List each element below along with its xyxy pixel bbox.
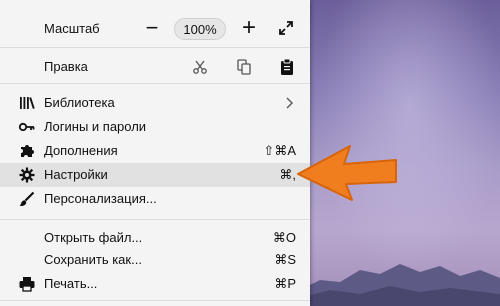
zoom-label: Масштаб [44,21,100,36]
menu-item-open-file[interactable]: Открыть файл... ⌘O [0,226,310,250]
menu-item-customize[interactable]: Персонализация... [0,187,310,211]
menu-item-label: Сохранить как... [44,252,142,267]
cut-button[interactable] [192,59,208,75]
menu-item-settings[interactable]: Настройки ⌘, [0,163,310,187]
menu-item-save-as[interactable]: Сохранить как... ⌘S [0,248,310,272]
menu-item-label: Дополнения [44,143,118,158]
separator [0,83,310,84]
gear-icon [18,166,36,184]
menu-item-logins[interactable]: Логины и пароли [0,115,310,139]
menu-item-library[interactable]: Библиотека [0,91,310,115]
chevron-right-icon [284,96,294,110]
brush-icon [18,190,36,208]
zoom-reset-button[interactable]: 100% [174,18,226,40]
menu-item-label: Логины и пароли [44,119,147,134]
library-icon [18,94,36,112]
menu-item-label: Настройки [44,167,108,182]
puzzle-icon [18,142,36,160]
edit-row: Правка [0,55,310,79]
menu-item-print[interactable]: Печать... ⌘P [0,272,310,296]
menu-item-label: Печать... [44,276,98,291]
shortcut-text: ⌘P [274,276,296,291]
mountains-background [300,264,500,306]
menu-item-addons[interactable]: Дополнения ⇧⌘A [0,139,310,163]
edit-label: Правка [44,59,88,74]
zoom-out-button[interactable]: − [143,17,161,40]
app-menu-panel: Масштаб − 100% + Правка Библиотека Логин… [0,0,310,306]
key-icon [18,118,36,136]
printer-icon [18,275,36,293]
paste-button[interactable] [279,58,295,76]
pointer-arrow-annotation [297,145,397,201]
scissors-icon [192,60,208,78]
shortcut-text: ⌘O [272,230,296,245]
clipboard-icon [279,58,295,79]
copy-icon [236,59,252,79]
fullscreen-icon [278,21,294,39]
shortcut-text: ⌘S [274,252,296,267]
zoom-in-button[interactable]: + [239,16,259,40]
separator [0,219,310,220]
separator [0,47,310,48]
separator [0,300,310,301]
menu-item-label: Открыть файл... [44,230,143,245]
menu-item-label: Персонализация... [44,191,157,206]
fullscreen-button[interactable] [278,20,294,36]
menu-item-label: Библиотека [44,95,115,110]
copy-button[interactable] [236,58,252,76]
